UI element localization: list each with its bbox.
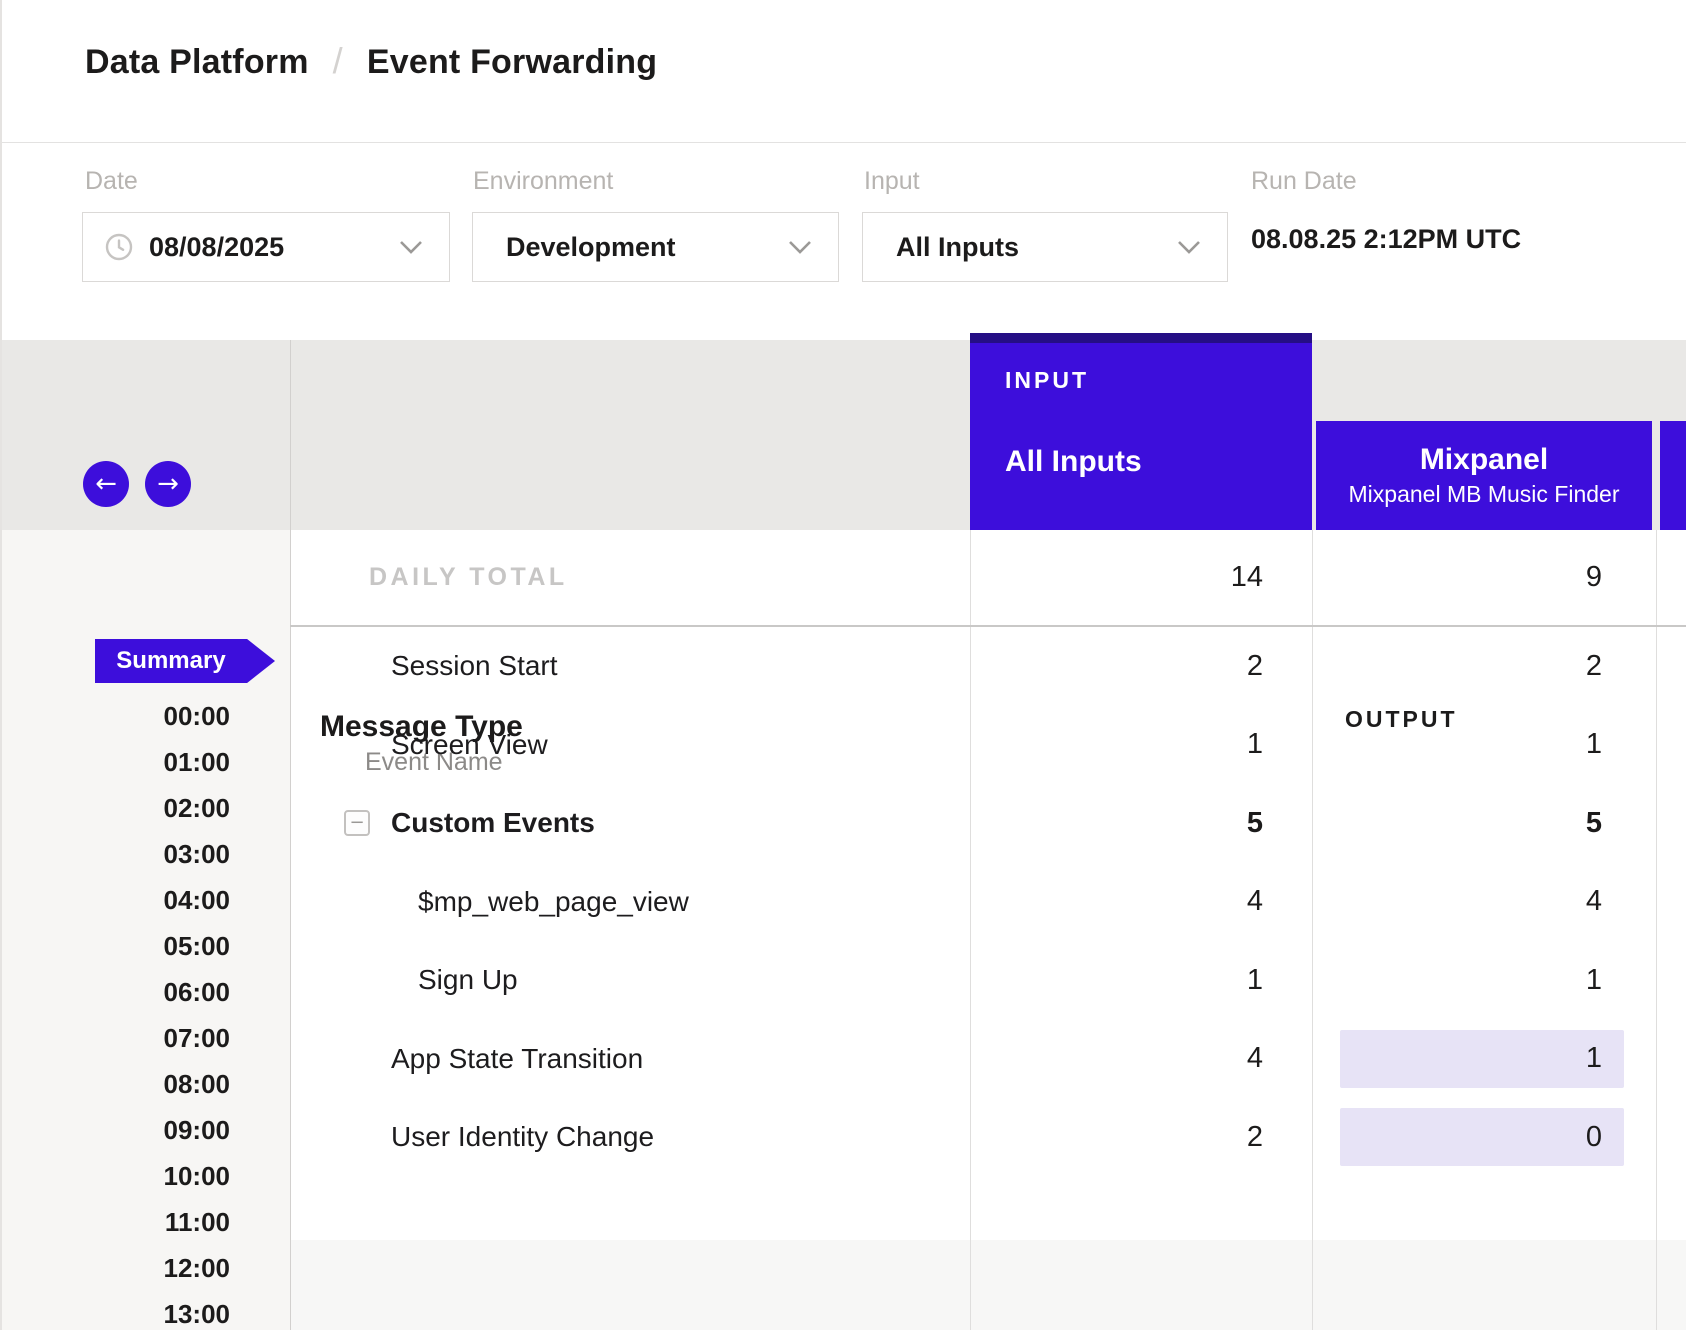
- sidebar-item-hour-01[interactable]: 01:00: [0, 747, 230, 779]
- input-count: 2: [1247, 650, 1263, 683]
- breadcrumb-page-event-forwarding: Event Forwarding: [367, 43, 657, 82]
- output-column-header-partial: [1660, 421, 1686, 530]
- date-value: 08/08/2025: [149, 232, 284, 263]
- sidebar-item-hour-07[interactable]: 07:00: [0, 1023, 230, 1055]
- input-column-name: All Inputs: [1005, 445, 1142, 479]
- chevron-down-icon: [1177, 240, 1201, 255]
- event-label: App State Transition: [290, 1020, 970, 1099]
- input-dropdown[interactable]: All Inputs: [862, 212, 1228, 282]
- sidebar-item-hour-10[interactable]: 10:00: [0, 1161, 230, 1193]
- highlighted-output-cell: 1: [1340, 1030, 1624, 1088]
- table-row-session-start: Session Start 2 2: [290, 627, 1686, 706]
- chevron-down-icon: [788, 240, 812, 255]
- event-label: Sign Up: [290, 941, 970, 1020]
- empty-rows-area: [290, 1240, 1686, 1330]
- output-count: 1: [1586, 964, 1602, 997]
- daily-total-row: DAILY TOTAL 14 9: [290, 530, 1686, 625]
- sidebar-item-summary[interactable]: Summary: [95, 639, 275, 683]
- output-column-name: Mixpanel: [1420, 443, 1548, 477]
- sidebar-item-hour-09[interactable]: 09:00: [0, 1115, 230, 1147]
- sidebar-item-hour-04[interactable]: 04:00: [0, 885, 230, 917]
- sidebar-item-hour-12[interactable]: 12:00: [0, 1253, 230, 1285]
- event-label: Custom Events: [391, 807, 595, 839]
- output-count: 1: [1586, 1042, 1602, 1075]
- input-count: 4: [1247, 1042, 1263, 1075]
- sidebar-item-hour-00[interactable]: 00:00: [0, 701, 230, 733]
- date-dropdown[interactable]: 08/08/2025: [82, 212, 450, 282]
- environment-filter-label: Environment: [473, 167, 613, 196]
- sidebar-item-hour-06[interactable]: 06:00: [0, 977, 230, 1009]
- date-filter-label: Date: [85, 167, 138, 196]
- chevron-down-icon: [399, 240, 423, 255]
- previous-day-button[interactable]: ←: [83, 461, 129, 507]
- table-row-user-identity-change: User Identity Change 2 0: [290, 1098, 1686, 1177]
- output-count: 0: [1586, 1121, 1602, 1154]
- input-count: 2: [1247, 1121, 1263, 1154]
- highlighted-output-cell: 0: [1340, 1108, 1624, 1166]
- output-count: 2: [1586, 650, 1602, 683]
- input-group-label: INPUT: [1005, 367, 1089, 394]
- breadcrumb-separator: /: [333, 40, 343, 82]
- input-count: 5: [1247, 807, 1263, 840]
- run-date-value: 08.08.25 2:12PM UTC: [1251, 224, 1521, 255]
- output-count: 5: [1586, 807, 1602, 840]
- input-count: 1: [1247, 964, 1263, 997]
- environment-dropdown[interactable]: Development: [472, 212, 839, 282]
- table-row-app-state-transition: App State Transition 4 1: [290, 1020, 1686, 1099]
- arrow-left-icon: ←: [95, 469, 117, 499]
- table-row-sign-up: Sign Up 1 1: [290, 941, 1686, 1020]
- output-column-subtitle: Mixpanel MB Music Finder: [1349, 481, 1620, 508]
- environment-value: Development: [506, 232, 676, 263]
- daily-total-label: DAILY TOTAL: [290, 530, 970, 625]
- filter-bar: Date Environment Input Run Date 08/08/20…: [0, 143, 1686, 340]
- top-bar: Data Platform / Event Forwarding: [0, 0, 1686, 143]
- clock-icon: [103, 231, 135, 263]
- daily-total-input-count: 14: [1231, 561, 1263, 594]
- breadcrumb-section-data-platform[interactable]: Data Platform: [85, 43, 309, 82]
- input-value: All Inputs: [896, 232, 1019, 263]
- arrow-right-icon: →: [157, 469, 179, 499]
- input-column-selected-indicator: [970, 333, 1312, 343]
- page-left-border: [0, 0, 2, 1330]
- sidebar-item-hour-08[interactable]: 08:00: [0, 1069, 230, 1101]
- table-row-mp-web-page-view: $mp_web_page_view 4 4: [290, 863, 1686, 942]
- event-label: Session Start: [290, 627, 970, 706]
- output-column-header-mixpanel[interactable]: Mixpanel Mixpanel MB Music Finder: [1316, 421, 1652, 530]
- breadcrumb: Data Platform / Event Forwarding: [85, 40, 657, 84]
- sidebar-item-hour-03[interactable]: 03:00: [0, 839, 230, 871]
- next-day-button[interactable]: →: [145, 461, 191, 507]
- collapse-custom-events-button[interactable]: −: [344, 810, 370, 836]
- sidebar-item-hour-05[interactable]: 05:00: [0, 931, 230, 963]
- summary-label: Summary: [116, 647, 225, 675]
- event-label: Screen View: [290, 706, 970, 785]
- minus-icon: −: [349, 812, 364, 833]
- table-row-custom-events: − Custom Events 5 5: [290, 784, 1686, 863]
- input-filter-label: Input: [864, 167, 920, 196]
- event-rows: Session Start 2 2 Screen View 1 1 − Cust…: [290, 627, 1686, 1177]
- run-date-label: Run Date: [1251, 167, 1357, 196]
- sidebar-item-hour-02[interactable]: 02:00: [0, 793, 230, 825]
- output-count: 4: [1586, 885, 1602, 918]
- sidebar-item-hour-13[interactable]: 13:00: [0, 1299, 230, 1331]
- input-count: 1: [1247, 728, 1263, 761]
- table-row-screen-view: Screen View 1 1: [290, 706, 1686, 785]
- daily-total-output-count: 9: [1586, 561, 1602, 594]
- sidebar-item-hour-11[interactable]: 11:00: [0, 1207, 230, 1239]
- event-label: User Identity Change: [290, 1098, 970, 1177]
- event-label: $mp_web_page_view: [290, 863, 970, 942]
- output-count: 1: [1586, 728, 1602, 761]
- input-column-header[interactable]: INPUT All Inputs: [970, 333, 1312, 530]
- input-count: 4: [1247, 885, 1263, 918]
